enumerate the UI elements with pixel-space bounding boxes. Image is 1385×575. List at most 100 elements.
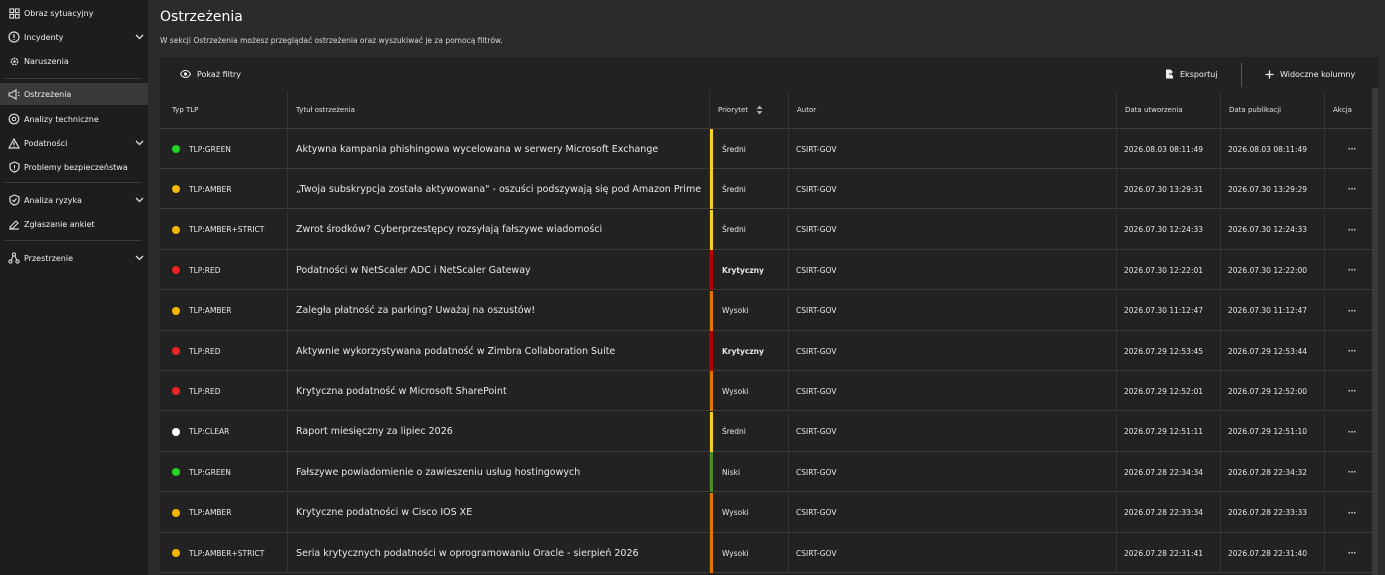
author-cell: CSIRT-GOV: [788, 290, 1116, 331]
priority-indicator: [710, 129, 713, 169]
title-cell: Seria krytycznych podatności w oprogramo…: [287, 533, 709, 573]
priority-label: Średni: [722, 144, 746, 154]
tlp-label: TLP:RED: [189, 346, 221, 356]
table-row[interactable]: TLP:GREEN Aktywna kampania phishingowa wy…: [160, 129, 1378, 169]
sidebar-item-problemy-bezpieczenstwa[interactable]: Problemy bezpieczeństwa: [0, 156, 148, 178]
sidebar-item-zglaszanie-ankiet[interactable]: Zgłaszanie ankiet: [0, 213, 148, 235]
sort-icon[interactable]: [756, 105, 763, 115]
row-actions-button[interactable]: ···: [1324, 250, 1378, 291]
alert-title-link[interactable]: Krytyczne podatności w Cisco IOS XE: [288, 507, 472, 518]
export-button[interactable]: Eksportuj: [1165, 57, 1218, 91]
table-row[interactable]: TLP:CLEAR Raport miesięczny za lipiec 202…: [160, 411, 1378, 452]
chevron-down-icon[interactable]: [130, 197, 148, 203]
tlp-status-dot: [172, 468, 180, 477]
published-date: 2026.07.30 12:24:33: [1228, 225, 1308, 235]
created-date: 2026.07.30 12:22:01: [1124, 265, 1204, 275]
column-header-author[interactable]: Autor: [788, 91, 1116, 129]
table-row[interactable]: TLP:GREEN Fałszywe powiadomienie o zawies…: [160, 452, 1378, 493]
sidebar-item-naruszenia[interactable]: Naruszenia: [0, 50, 148, 72]
title-cell: Podatności w NetScaler ADC i NetScaler G…: [287, 250, 709, 291]
alert-title-link[interactable]: „Twoja subskrypcja została aktywowana" -…: [288, 184, 701, 195]
priority-indicator: [710, 533, 713, 573]
eye-icon: [180, 70, 191, 78]
priority-cell: Średni: [709, 169, 788, 210]
title-cell: Zwrot środków? Cyberprzestępcy rozsyłają…: [287, 209, 709, 250]
column-header-created[interactable]: Data utworzenia: [1116, 91, 1220, 129]
chevron-down-icon[interactable]: [130, 140, 148, 146]
column-header-published[interactable]: Data publikacji: [1220, 91, 1324, 129]
priority-indicator: [710, 169, 713, 210]
table-row[interactable]: TLP:AMBER Krytyczne podatności w Cisco IO…: [160, 492, 1378, 533]
alert-title-link[interactable]: Aktywna kampania phishingowa wycelowana …: [288, 144, 658, 155]
column-header-action: Akcja: [1324, 91, 1378, 129]
published-date-cell: 2026.07.29 12:51:10: [1220, 411, 1324, 452]
alert-title-link[interactable]: Zwrot środków? Cyberprzestępcy rozsyłają…: [288, 224, 602, 235]
table-row[interactable]: TLP:AMBER „Twoja subskrypcja została akty…: [160, 169, 1378, 210]
scrollbar[interactable]: [1372, 88, 1378, 575]
sidebar-item-przestrzenie[interactable]: Przestrzenie: [0, 247, 148, 269]
priority-indicator: [710, 250, 713, 291]
sidebar-item-analiza-ryzyka[interactable]: Analiza ryzyka: [0, 189, 148, 211]
chevron-down-icon[interactable]: [130, 34, 148, 40]
row-actions-button[interactable]: ···: [1324, 371, 1378, 412]
column-header-tlp[interactable]: Typ TLP: [160, 91, 287, 129]
row-actions-button[interactable]: ···: [1324, 129, 1378, 169]
published-date: 2026.07.30 11:12:47: [1228, 306, 1308, 316]
alert-title-link[interactable]: Zaległa płatność za parking? Uważaj na o…: [288, 305, 535, 316]
row-actions-button[interactable]: ···: [1324, 411, 1378, 452]
alert-title-link[interactable]: Fałszywe powiadomienie o zawieszeniu usł…: [288, 467, 580, 478]
visible-columns-button[interactable]: Widoczne kolumny: [1265, 57, 1355, 91]
alert-title-link[interactable]: Krytyczna podatność w Microsoft SharePoi…: [288, 386, 507, 397]
published-date-cell: 2026.07.28 22:31:40: [1220, 533, 1324, 573]
show-filters-button[interactable]: Pokaż filtry: [180, 57, 241, 91]
published-date: 2026.08.03 08:11:49: [1228, 144, 1308, 154]
created-date: 2026.07.29 12:51:11: [1124, 427, 1204, 437]
row-actions-button[interactable]: ···: [1324, 209, 1378, 250]
table-row[interactable]: TLP:AMBER+STRICT Zwrot środków? Cyberprze…: [160, 209, 1378, 250]
title-cell: Fałszywe powiadomienie o zawieszeniu usł…: [287, 452, 709, 493]
author-label: CSIRT-GOV: [796, 427, 837, 437]
table-row[interactable]: TLP:RED Podatności w NetScaler ADC i NetS…: [160, 250, 1378, 291]
published-date-cell: 2026.07.30 13:29:29: [1220, 169, 1324, 210]
sidebar-item-podatnosci[interactable]: Podatności: [0, 132, 148, 154]
priority-label: Średni: [722, 184, 746, 194]
sidebar-item-label: Przestrzenie: [24, 253, 74, 263]
author-label: CSIRT-GOV: [796, 265, 837, 275]
column-header-priority[interactable]: Priorytet: [709, 91, 788, 129]
tlp-label: TLP:AMBER: [189, 306, 232, 316]
table-row[interactable]: TLP:AMBER Zaległa płatność za parking? Uw…: [160, 290, 1378, 331]
row-actions-button[interactable]: ···: [1324, 492, 1378, 533]
export-label: Eksportuj: [1180, 69, 1218, 79]
priority-label: Średni: [722, 427, 746, 437]
sidebar-item-label: Incydenty: [24, 32, 64, 42]
sidebar-item-label: Podatności: [24, 138, 68, 148]
priority-cell: Wysoki: [709, 533, 788, 573]
alert-title-link[interactable]: Seria krytycznych podatności w oprogramo…: [288, 548, 639, 559]
table-row[interactable]: TLP:RED Krytyczna podatność w Microsoft S…: [160, 371, 1378, 412]
priority-cell: Niski: [709, 452, 788, 493]
alert-title-link[interactable]: Aktywnie wykorzystywana podatność w Zimb…: [288, 346, 615, 357]
created-date: 2026.08.03 08:11:49: [1124, 144, 1204, 154]
table-row[interactable]: TLP:AMBER+STRICT Seria krytycznych podatn…: [160, 533, 1378, 573]
priority-cell: Wysoki: [709, 290, 788, 331]
sidebar-item-ostrzezenia[interactable]: Ostrzeżenia: [0, 83, 148, 105]
priority-indicator: [710, 290, 713, 331]
sidebar-item-analizy-techniczne[interactable]: Analizy techniczne: [0, 108, 148, 130]
alert-title-link[interactable]: Raport miesięczny za lipiec 2026: [288, 426, 453, 437]
table-row[interactable]: TLP:RED Aktywnie wykorzystywana podatność…: [160, 331, 1378, 371]
chevron-down-icon[interactable]: [130, 255, 148, 261]
column-header-title[interactable]: Tytuł ostrzeżenia: [287, 91, 709, 129]
row-actions-button[interactable]: ···: [1324, 331, 1378, 371]
row-actions-button[interactable]: ···: [1324, 169, 1378, 210]
tlp-label: TLP:GREEN: [189, 144, 231, 154]
row-actions-button[interactable]: ···: [1324, 452, 1378, 493]
alert-title-link[interactable]: Podatności w NetScaler ADC i NetScaler G…: [288, 265, 531, 276]
published-date: 2026.07.28 22:33:33: [1228, 508, 1308, 518]
row-actions-button[interactable]: ···: [1324, 290, 1378, 331]
sidebar-item-incydenty[interactable]: Incydenty: [0, 26, 148, 48]
published-date: 2026.07.30 12:22:00: [1228, 265, 1308, 275]
published-date: 2026.07.28 22:34:32: [1228, 467, 1308, 477]
published-date-cell: 2026.07.30 11:12:47: [1220, 290, 1324, 331]
sidebar-item-obraz-sytuacyjny[interactable]: Obraz sytuacyjny: [0, 2, 148, 24]
row-actions-button[interactable]: ···: [1324, 533, 1378, 573]
